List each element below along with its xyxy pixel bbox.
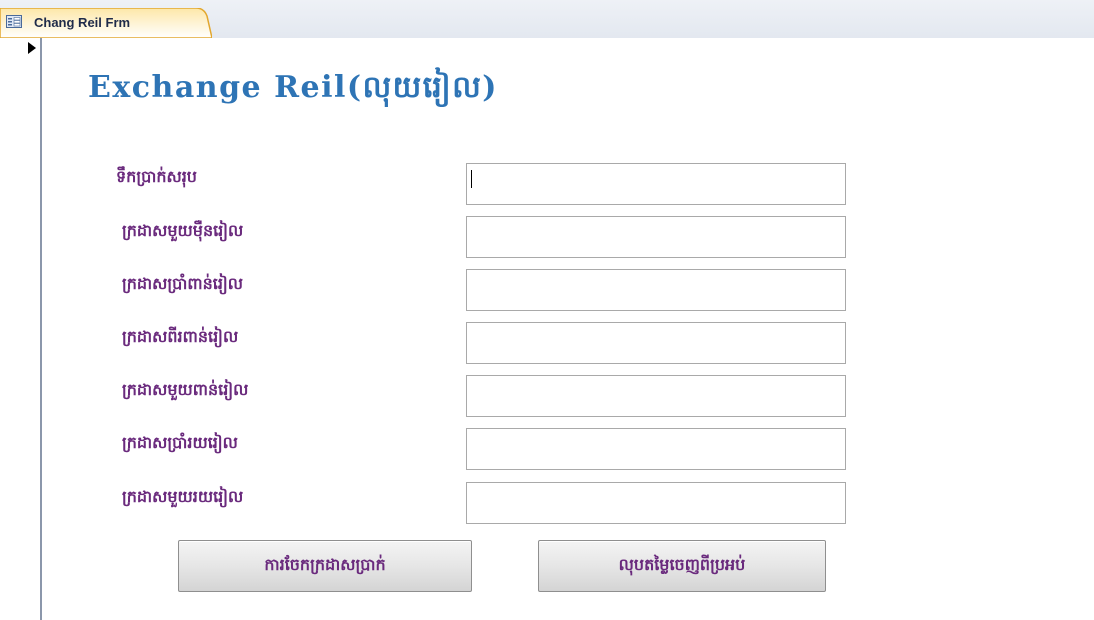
clear-fields-button[interactable]: លុបតម្លៃចេញពីប្រអប់ bbox=[538, 540, 826, 592]
current-record-arrow-icon bbox=[28, 42, 36, 54]
form-title: Exchange Reil(លុយរៀល) bbox=[88, 70, 498, 105]
tab-chang-reil-frm[interactable]: Chang Reil Frm bbox=[0, 8, 212, 38]
label-5000-riel-notes: ក្រដាសប្រាំពាន់រៀល bbox=[122, 274, 243, 293]
divide-notes-button[interactable]: ការចែកក្រដាសប្រាក់ bbox=[178, 540, 472, 592]
form-detail-section: Exchange Reil(លុយរៀល) ទឹកប្រាក់សរុប ក្រដ… bbox=[42, 38, 1094, 620]
label-100-riel-notes: ក្រដាសមួយរយរៀល bbox=[122, 487, 244, 506]
notes-500-input[interactable] bbox=[466, 428, 846, 470]
notes-10000-input[interactable] bbox=[466, 216, 846, 258]
text-caret bbox=[471, 170, 472, 188]
label-10000-riel-notes: ក្រដាសមួយម៉ឺនរៀល bbox=[122, 221, 244, 240]
notes-2000-input[interactable] bbox=[466, 322, 846, 364]
notes-5000-input[interactable] bbox=[466, 269, 846, 311]
label-total-amount: ទឹកប្រាក់សរុប bbox=[116, 167, 197, 186]
total-amount-input[interactable] bbox=[466, 163, 846, 205]
access-form-window: Chang Reil Frm Exchange Reil(លុយរៀល) ទឹក… bbox=[0, 0, 1094, 620]
label-1000-riel-notes: ក្រដាសមួយពាន់រៀល bbox=[122, 380, 249, 399]
tab-title: Chang Reil Frm bbox=[34, 15, 131, 30]
document-tab-strip: Chang Reil Frm bbox=[0, 0, 1094, 39]
label-2000-riel-notes: ក្រដាសពីរពាន់រៀល bbox=[122, 327, 239, 346]
notes-100-input[interactable] bbox=[466, 482, 846, 524]
form-icon bbox=[6, 15, 22, 28]
label-500-riel-notes: ក្រដាសប្រាំរយរៀល bbox=[122, 433, 238, 452]
record-selector[interactable] bbox=[0, 38, 42, 620]
notes-1000-input[interactable] bbox=[466, 375, 846, 417]
